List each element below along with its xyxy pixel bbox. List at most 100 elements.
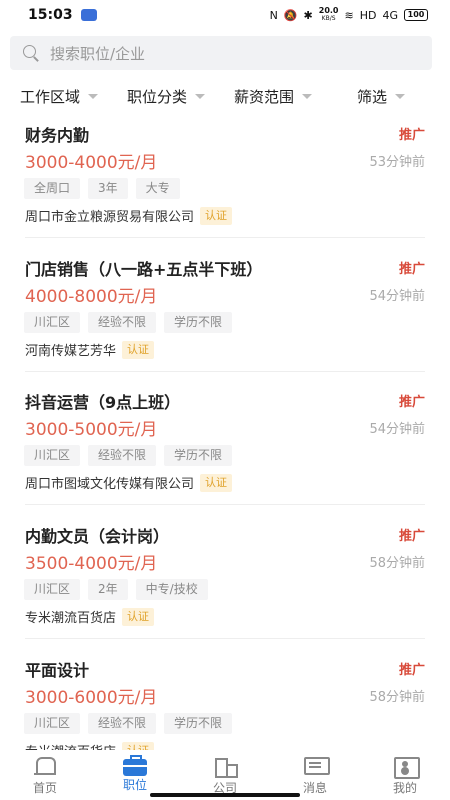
job-salary: 3000-4000元/月 (25, 153, 158, 173)
caret-down-icon (395, 93, 406, 99)
filter-more[interactable]: 筛选 (357, 86, 427, 107)
caret-down-icon (302, 93, 313, 99)
filter-area[interactable]: 工作区域 (20, 86, 127, 107)
company-row: 专米潮流百货店 认证 (25, 741, 155, 750)
message-icon (303, 756, 330, 776)
divider (25, 371, 425, 372)
divider (25, 504, 425, 505)
job-tag: 经验不限 (88, 312, 157, 333)
job-card[interactable]: 内勤文员（会计岗） 推广 3500-4000元/月 58分钟前 川汇区 2年 中… (0, 523, 450, 657)
hd-icon: HD (359, 8, 377, 22)
tab-label: 首页 (32, 781, 57, 795)
job-tag: 学历不限 (164, 713, 233, 734)
filter-bar: 工作区域 职位分类 薪资范围 筛选 (0, 70, 450, 122)
tab-label: 消息 (302, 781, 327, 795)
mute-icon: 🔕 (283, 8, 298, 22)
caret-down-icon (88, 93, 99, 99)
status-time: 15:03 (28, 7, 73, 23)
job-tags: 川汇区 经验不限 学历不限 (24, 713, 233, 734)
divider (25, 638, 425, 639)
job-card[interactable]: 门店销售（八一路+五点半下班） 推广 4000-8000元/月 54分钟前 川汇… (0, 256, 450, 390)
company-name: 河南传媒艺芳华 (25, 344, 117, 359)
signal-icon: 4G (382, 8, 398, 22)
job-tag: 川汇区 (24, 312, 81, 333)
company-row: 专米潮流百货店 认证 (25, 607, 155, 626)
briefcase-icon (123, 755, 147, 776)
job-tag: 川汇区 (24, 579, 81, 600)
promo-badge: 推广 (398, 128, 425, 143)
promo-badge: 推广 (398, 663, 425, 678)
home-indicator[interactable] (150, 793, 300, 797)
building-icon (213, 756, 238, 778)
job-tags: 川汇区 经验不限 学历不限 (24, 312, 233, 333)
company-name: 专米潮流百货店 (25, 611, 117, 626)
filter-salary[interactable]: 薪资范围 (234, 86, 357, 107)
nfc-icon: N (269, 8, 278, 22)
job-title: 门店销售（八一路+五点半下班） (25, 260, 263, 279)
post-time: 58分钟前 (369, 690, 425, 705)
job-tag: 川汇区 (24, 713, 81, 734)
job-tags: 全周口 3年 大专 (24, 178, 180, 199)
tab-label: 我的 (392, 781, 417, 795)
job-salary: 3000-6000元/月 (25, 688, 158, 708)
tab-home[interactable]: 首页 (0, 750, 90, 800)
promo-badge: 推广 (398, 262, 425, 277)
post-time: 58分钟前 (369, 556, 425, 571)
promo-badge: 推广 (398, 395, 425, 410)
job-list[interactable]: 财务内勤 推广 3000-4000元/月 53分钟前 全周口 3年 大专 周口市… (0, 118, 450, 750)
job-salary: 4000-8000元/月 (25, 287, 158, 307)
job-card[interactable]: 平面设计 推广 3000-6000元/月 58分钟前 川汇区 经验不限 学历不限… (0, 657, 450, 750)
job-tag: 川汇区 (24, 445, 81, 466)
job-card[interactable]: 抖音运营（9点上班） 推广 3000-5000元/月 54分钟前 川汇区 经验不… (0, 389, 450, 523)
certified-badge: 认证 (122, 607, 155, 626)
post-time: 54分钟前 (369, 422, 425, 437)
job-title: 抖音运营（9点上班） (25, 393, 181, 412)
tab-me[interactable]: 我的 (360, 750, 450, 800)
job-title: 内勤文员（会计岗） (25, 527, 170, 546)
job-tag: 学历不限 (164, 312, 233, 333)
tab-label: 职位 (122, 778, 147, 792)
job-tags: 川汇区 经验不限 学历不限 (24, 445, 233, 466)
certified-badge: 认证 (200, 206, 233, 225)
company-name: 周口市金立粮源贸易有限公司 (25, 210, 195, 225)
search-placeholder: 搜索职位/企业 (50, 44, 146, 63)
job-salary: 3000-5000元/月 (25, 420, 158, 440)
promo-badge: 推广 (398, 529, 425, 544)
search-bar[interactable]: 搜索职位/企业 (10, 36, 432, 70)
job-title: 财务内勤 (25, 126, 90, 145)
job-tag: 中专/技校 (135, 579, 208, 600)
post-time: 53分钟前 (369, 155, 425, 170)
wifi-icon: ≋ (344, 8, 354, 22)
company-name: 周口市图域文化传媒有限公司 (25, 477, 195, 492)
post-time: 54分钟前 (369, 289, 425, 304)
job-tag: 经验不限 (88, 713, 157, 734)
profile-icon (393, 756, 420, 779)
company-row: 周口市图域文化传媒有限公司 认证 (25, 473, 233, 492)
status-bar: 15:03 N 🔕 ✱ 20.0 KB/S ≋ HD 4G 100 (0, 0, 450, 30)
certified-badge: 认证 (122, 741, 155, 750)
job-tag: 全周口 (24, 178, 81, 199)
job-tag: 经验不限 (88, 445, 157, 466)
job-tag: 学历不限 (164, 445, 233, 466)
caret-down-icon (195, 93, 206, 99)
company-row: 周口市金立粮源贸易有限公司 认证 (25, 206, 233, 225)
certified-badge: 认证 (122, 340, 155, 359)
job-salary: 3500-4000元/月 (25, 554, 158, 574)
job-tag: 3年 (88, 178, 128, 199)
company-row: 河南传媒艺芳华 认证 (25, 340, 155, 359)
job-tag: 大专 (135, 178, 180, 199)
job-card[interactable]: 财务内勤 推广 3000-4000元/月 53分钟前 全周口 3年 大专 周口市… (0, 122, 450, 256)
battery-icon: 100 (404, 9, 428, 21)
search-icon (22, 44, 40, 62)
bluetooth-icon: ✱ (303, 8, 313, 22)
job-title: 平面设计 (25, 661, 90, 680)
divider (25, 237, 425, 238)
filter-category[interactable]: 职位分类 (127, 86, 234, 107)
job-tags: 川汇区 2年 中专/技校 (24, 579, 208, 600)
home-icon (33, 756, 57, 776)
company-name: 专米潮流百货店 (25, 741, 116, 750)
app-notification-icon (80, 9, 97, 21)
network-speed: 20.0 KB/S (318, 6, 339, 23)
certified-badge: 认证 (200, 473, 233, 492)
job-tag: 2年 (88, 579, 128, 600)
